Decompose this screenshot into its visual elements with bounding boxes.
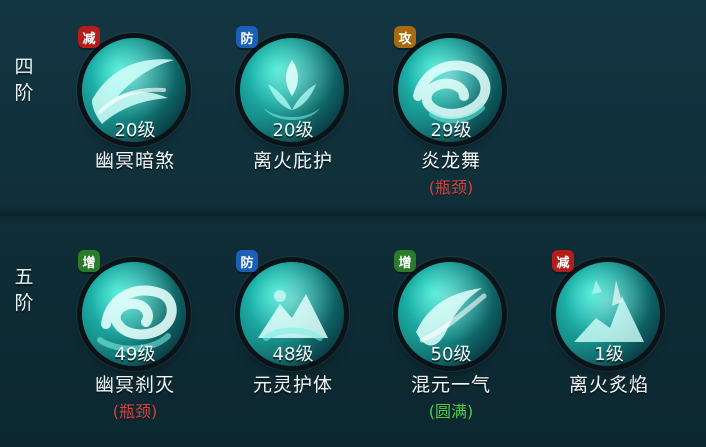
skill-name: 幽冥暗煞 <box>94 150 175 172</box>
skill-card[interactable]: 增 50级 混元一气 (圆满) <box>376 248 526 438</box>
tier-label: 五 阶 <box>4 264 44 316</box>
skill-status: (瓶颈) <box>112 402 158 421</box>
skill-card[interactable]: 减 20级 幽冥暗煞 <box>60 24 210 214</box>
skill-name: 炎龙舞 <box>420 150 481 172</box>
skill-level: 1级 <box>594 344 624 365</box>
skill-card[interactable]: 防 48级 元灵护体 <box>218 248 368 438</box>
skill-type-badge: 减 <box>552 250 574 272</box>
skill-name: 元灵护体 <box>252 374 333 396</box>
skill-status: (瓶颈) <box>428 178 474 197</box>
skill-status: (圆满) <box>428 402 474 421</box>
skill-card[interactable]: 减 1级 离火炙焰 <box>534 248 684 438</box>
skill-name: 离火庇护 <box>252 150 333 172</box>
tier-label-line: 阶 <box>14 292 34 314</box>
tier-row-5: 五 阶 增 49级 幽冥刹灭 (瓶颈) 防 48级 元灵护体 增 50级 混元一… <box>0 224 706 447</box>
skill-type-badge: 增 <box>78 250 100 272</box>
skill-level: 50级 <box>430 344 472 365</box>
skill-level: 48级 <box>272 344 314 365</box>
skill-type-badge: 增 <box>394 250 416 272</box>
skill-type-badge: 防 <box>236 250 258 272</box>
skill-name: 幽冥刹灭 <box>94 374 175 396</box>
skill-type-badge: 防 <box>236 26 258 48</box>
skill-level: 49级 <box>114 344 156 365</box>
tier-label-line: 阶 <box>14 82 34 104</box>
skill-level: 20级 <box>272 120 314 141</box>
skill-level: 20级 <box>114 120 156 141</box>
skill-name: 离火炙焰 <box>568 374 649 396</box>
tier-row-4: 四 阶 减 20级 幽冥暗煞 防 20级 离火庇护 攻 29级 炎龙舞 (瓶颈) <box>0 0 706 206</box>
skill-type-badge: 减 <box>78 26 100 48</box>
tier-label-line: 四 <box>14 56 34 78</box>
skill-card[interactable]: 增 49级 幽冥刹灭 (瓶颈) <box>60 248 210 438</box>
skill-card[interactable]: 攻 29级 炎龙舞 (瓶颈) <box>376 24 526 214</box>
skill-card[interactable]: 防 20级 离火庇护 <box>218 24 368 214</box>
skill-level: 29级 <box>430 120 472 141</box>
tier-label: 四 阶 <box>4 54 44 106</box>
skill-name: 混元一气 <box>410 374 491 396</box>
skill-panel: 四 阶 减 20级 幽冥暗煞 防 20级 离火庇护 攻 29级 炎龙舞 (瓶颈)… <box>0 0 706 447</box>
skill-type-badge: 攻 <box>394 26 416 48</box>
tier-label-line: 五 <box>14 266 34 288</box>
